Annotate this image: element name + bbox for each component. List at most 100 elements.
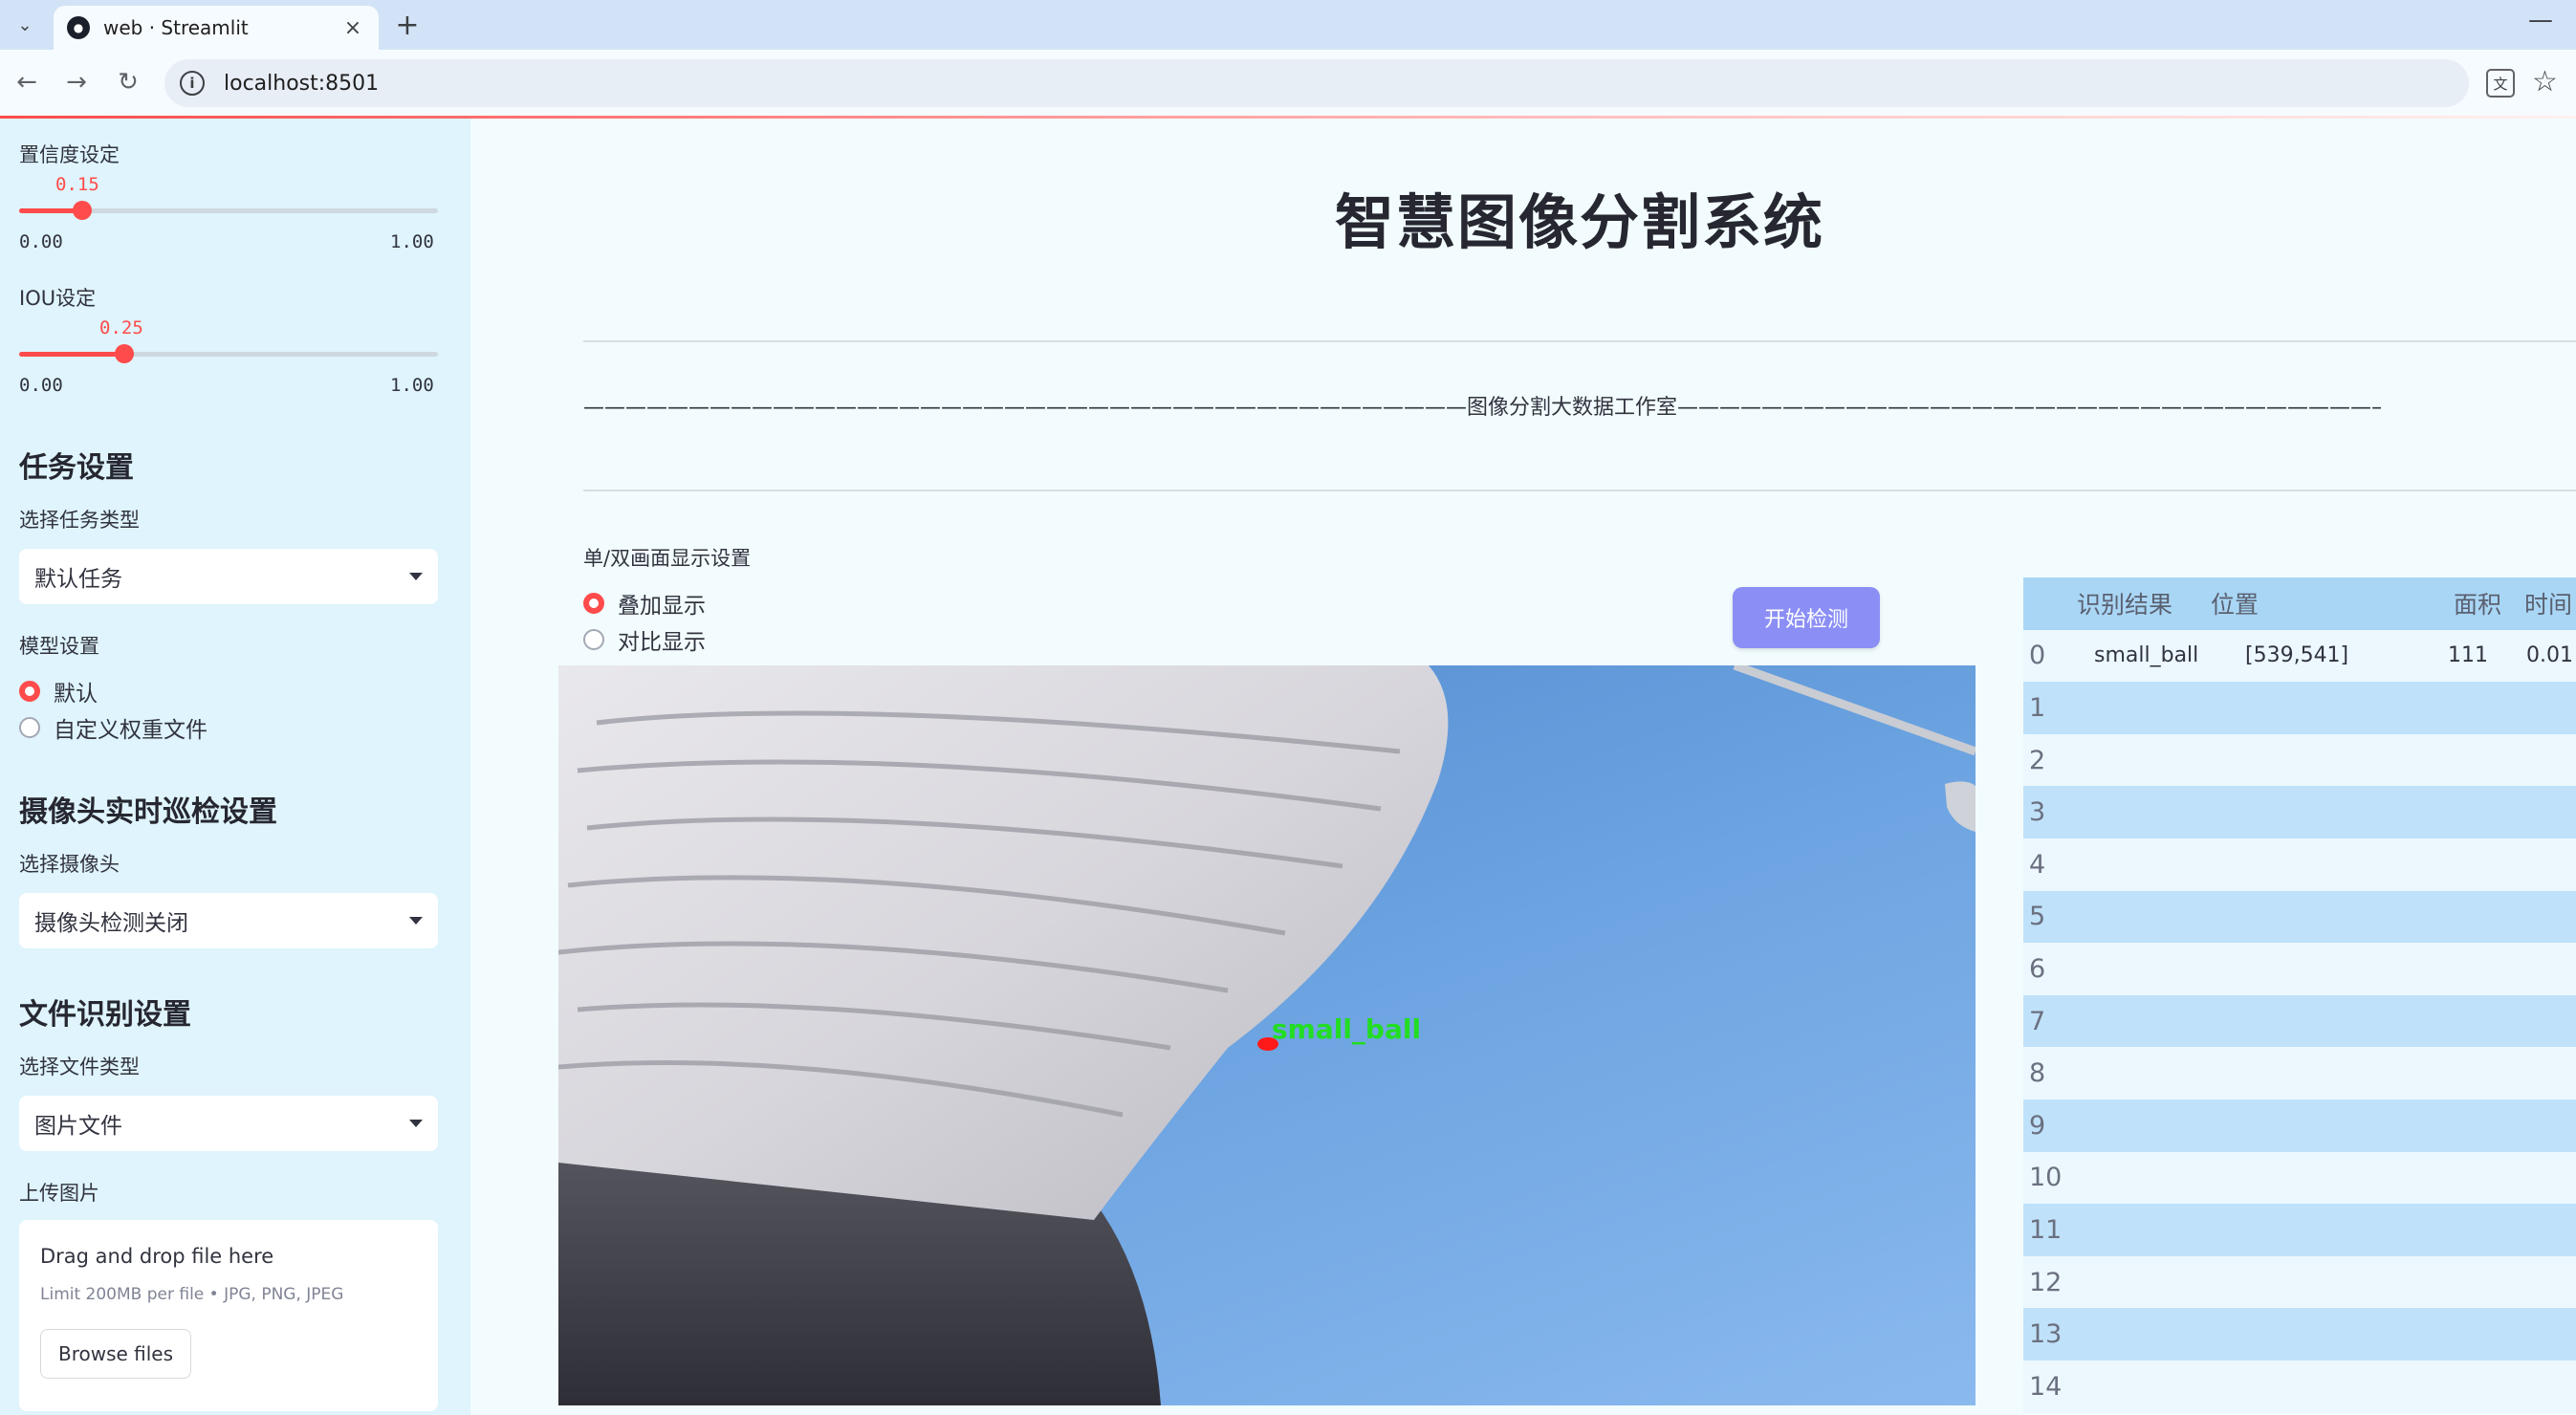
browser-tab-bar: ⌄ ● web · Streamlit × + — [0, 0, 2576, 50]
chevron-down-icon [409, 917, 423, 925]
close-icon[interactable]: × [340, 16, 365, 40]
camera-section-title: 摄像头实时巡检设置 [19, 795, 277, 829]
start-detection-button[interactable]: 开始检测 [1733, 587, 1880, 648]
table-row[interactable]: 0 small_ball [539,541] 111 0.01 [2023, 629, 2576, 683]
display-mode-option-label: 对比显示 [618, 630, 706, 655]
row-index: 8 [2029, 1058, 2046, 1089]
golf-club-head [1945, 781, 1976, 832]
table-row[interactable]: 3 [2023, 786, 2576, 838]
model-option-label: 默认 [54, 682, 98, 707]
url-field[interactable]: i localhost:8501 [164, 59, 2469, 107]
camera-select[interactable]: 摄像头检测关闭 [19, 893, 438, 948]
iou-slider-fill [19, 352, 124, 357]
browse-files-button[interactable]: Browse files [40, 1329, 191, 1379]
detection-image: small_ball [558, 665, 1976, 1405]
studio-banner: ————————————————————————————————————————… [583, 396, 2381, 420]
table-row[interactable]: 9 [2023, 1099, 2576, 1152]
task-section-title: 任务设置 [19, 451, 134, 485]
tab-title: web · Streamlit [103, 16, 249, 39]
forward-arrow-icon[interactable]: → [59, 65, 94, 99]
row-index: 2 [2029, 745, 2046, 775]
column-header-result[interactable]: 识别结果 [2077, 577, 2172, 630]
cell-result: small_ball [2094, 643, 2199, 668]
radio-unselected-icon [19, 717, 40, 738]
row-index: 7 [2029, 1006, 2046, 1036]
reload-icon[interactable]: ↻ [111, 65, 145, 99]
table-row[interactable]: 14 [2023, 1361, 2576, 1413]
table-row[interactable]: 11 [2023, 1204, 2576, 1256]
table-row[interactable]: 1 [2023, 682, 2576, 734]
file-type-select[interactable]: 图片文件 [19, 1096, 438, 1151]
sidebar: 置信度设定 0.15 0.00 1.00 IOU设定 0.25 0.00 1.0… [0, 119, 470, 1415]
model-label: 模型设置 [19, 635, 99, 658]
row-index: 4 [2029, 849, 2046, 880]
task-type-value: 默认任务 [34, 567, 122, 592]
table-row[interactable]: 4 [2023, 838, 2576, 891]
chevron-down-icon[interactable]: ⌄ [10, 10, 40, 40]
row-index: 9 [2029, 1110, 2046, 1141]
row-index: 13 [2029, 1319, 2063, 1350]
iou-value: 0.25 [99, 317, 143, 338]
iou-min: 0.00 [19, 375, 63, 396]
column-header-position[interactable]: 位置 [2211, 577, 2259, 630]
display-mode-overlay[interactable]: 叠加显示 [583, 587, 706, 620]
display-mode-option-label: 叠加显示 [618, 594, 706, 619]
table-row[interactable]: 13 [2023, 1308, 2576, 1361]
divider [583, 490, 2576, 491]
model-option-label: 自定义权重文件 [54, 718, 207, 743]
minimize-button[interactable]: — [2528, 6, 2553, 34]
table-row[interactable]: 10 [2023, 1151, 2576, 1205]
column-header-area[interactable]: 面积 [2454, 577, 2501, 630]
display-mode-compare[interactable]: 对比显示 [583, 623, 706, 656]
radio-selected-icon [19, 681, 40, 702]
file-type-value: 图片文件 [34, 1114, 122, 1139]
table-row[interactable]: 5 [2023, 890, 2576, 944]
table-row[interactable]: 8 [2023, 1047, 2576, 1099]
task-type-select[interactable]: 默认任务 [19, 549, 438, 604]
table-row[interactable]: 7 [2023, 994, 2576, 1048]
address-bar: ← → ↻ i localhost:8501 文 ☆ [0, 50, 2576, 117]
row-index: 3 [2029, 797, 2046, 828]
dropzone-title: Drag and drop file here [40, 1245, 274, 1268]
streamlit-icon: ● [67, 16, 90, 39]
page-title: 智慧图像分割系统 [1334, 187, 1824, 257]
iou-slider-thumb[interactable] [114, 344, 134, 363]
model-option-custom[interactable]: 自定义权重文件 [19, 711, 207, 744]
browser-tab[interactable]: ● web · Streamlit × [54, 6, 379, 50]
cell-area: 111 [2448, 643, 2488, 668]
camera-select-value: 摄像头检测关闭 [34, 911, 188, 936]
table-row[interactable]: 2 [2023, 733, 2576, 787]
detection-label: small_ball [1272, 1013, 1422, 1045]
iou-slider[interactable] [19, 344, 438, 363]
row-index: 1 [2029, 692, 2046, 723]
row-index: 5 [2029, 902, 2046, 932]
confidence-value: 0.15 [55, 174, 99, 195]
file-type-label: 选择文件类型 [19, 1056, 140, 1078]
confidence-min: 0.00 [19, 231, 63, 252]
plus-icon[interactable]: + [390, 8, 425, 42]
dropzone-limit: Limit 200MB per file • JPG, PNG, JPEG [40, 1285, 344, 1304]
divider [583, 340, 2576, 342]
model-option-default[interactable]: 默认 [19, 675, 98, 708]
row-index: 6 [2029, 953, 2046, 984]
confidence-slider-thumb[interactable] [72, 201, 92, 220]
translate-icon[interactable]: 文 [2486, 69, 2515, 98]
row-index: 12 [2029, 1267, 2063, 1297]
site-info-icon[interactable]: i [180, 71, 205, 96]
column-header-time[interactable]: 时间 [2524, 577, 2572, 630]
golf-club-shaft [1733, 665, 1976, 756]
table-row[interactable]: 12 [2023, 1255, 2576, 1309]
chevron-down-icon [409, 573, 423, 580]
table-row[interactable]: 6 [2023, 943, 2576, 995]
chevron-down-icon [409, 1120, 423, 1127]
file-dropzone[interactable]: Drag and drop file here Limit 200MB per … [19, 1220, 438, 1411]
iou-max: 1.00 [390, 375, 434, 396]
back-arrow-icon[interactable]: ← [10, 65, 44, 99]
task-type-label: 选择任务类型 [19, 509, 140, 532]
confidence-label: 置信度设定 [19, 143, 120, 166]
main-content: 智慧图像分割系统 ———————————————————————————————… [470, 119, 2576, 1415]
star-icon[interactable]: ☆ [2532, 65, 2558, 98]
display-mode-label: 单/双画面显示设置 [583, 547, 752, 570]
radio-unselected-icon [583, 629, 604, 650]
confidence-slider[interactable] [19, 201, 438, 220]
